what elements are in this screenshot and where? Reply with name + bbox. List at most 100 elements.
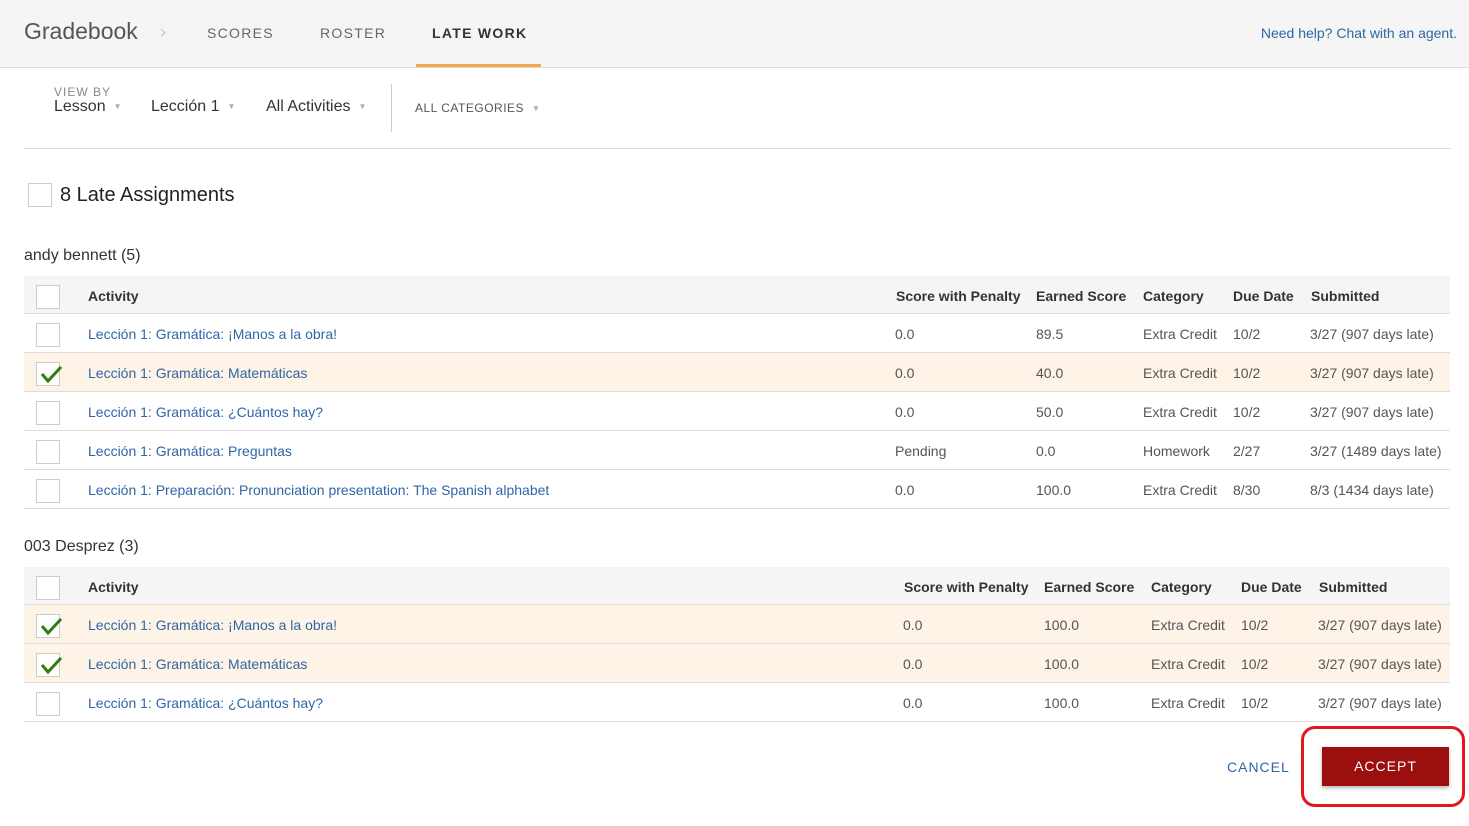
row-checkbox[interactable] (36, 614, 62, 638)
activity-link[interactable]: Lección 1: Gramática: Matemáticas (88, 365, 307, 381)
activity-link[interactable]: Lección 1: Gramática: Matemáticas (88, 656, 307, 672)
caret-down-icon: ▼ (358, 102, 367, 112)
activity-link[interactable]: Lección 1: Gramática: ¿Cuántos hay? (88, 695, 323, 711)
earned-score-cell: 40.0 (1036, 365, 1064, 381)
category-cell: Extra Credit (1151, 617, 1225, 633)
col-category: Category (1151, 579, 1212, 595)
late-work-table: Activity Score with Penalty Earned Score… (24, 276, 1450, 510)
category-cell: Homework (1143, 443, 1210, 459)
table-header: Activity Score with Penalty Earned Score… (24, 276, 1450, 314)
table-row: Lección 1: Preparación: Pronunciation pr… (24, 470, 1450, 509)
col-earned-score: Earned Score (1044, 579, 1135, 595)
late-assignments-title: 8 Late Assignments (60, 184, 235, 206)
col-submitted: Submitted (1319, 579, 1388, 595)
row-checkbox[interactable] (36, 479, 60, 503)
checkmark-icon (40, 365, 62, 384)
table-header: Activity Score with Penalty Earned Score… (24, 567, 1450, 605)
submitted-cell: 8/3 (1434 days late) (1310, 482, 1434, 498)
score-with-penalty-cell: 0.0 (895, 365, 915, 381)
select-all-late-checkbox[interactable] (28, 183, 52, 207)
due-date-cell: 8/30 (1233, 482, 1261, 498)
category-cell: Extra Credit (1143, 404, 1217, 420)
activity-link[interactable]: Lección 1: Gramática: ¡Manos a la obra! (88, 326, 337, 342)
lesson-value: Lección 1 (151, 98, 220, 115)
table-row: Lección 1: Gramática: ¿Cuántos hay? 0.0 50… (24, 392, 1450, 431)
student-group-title: andy bennett (5) (24, 247, 141, 264)
accept-highlight-annotation (1301, 726, 1465, 807)
caret-down-icon: ▼ (532, 104, 541, 114)
due-date-cell: 10/2 (1241, 695, 1269, 711)
view-by-value: Lesson (54, 98, 106, 115)
row-checkbox[interactable] (36, 653, 62, 677)
col-due-date: Due Date (1241, 579, 1302, 595)
due-date-cell: 10/2 (1241, 656, 1269, 672)
due-date-cell: 10/2 (1233, 404, 1261, 420)
col-activity: Activity (88, 288, 139, 304)
table-row: Lección 1: Gramática: Preguntas Pending 0.… (24, 431, 1450, 470)
help-chat-link[interactable]: Need help? Chat with an agent. (1261, 25, 1457, 41)
select-all-checkbox[interactable] (36, 576, 60, 600)
row-checkbox[interactable] (36, 323, 60, 347)
earned-score-cell: 100.0 (1044, 695, 1080, 711)
cancel-button[interactable]: CANCEL (1227, 759, 1290, 775)
caret-down-icon: ▼ (113, 102, 122, 112)
score-with-penalty-cell: 0.0 (903, 695, 923, 711)
late-work-table: Activity Score with Penalty Earned Score… (24, 567, 1450, 723)
col-score-with-penalty: Score with Penalty (896, 288, 1021, 304)
submitted-cell: 3/27 (907 days late) (1310, 326, 1434, 342)
score-with-penalty-cell: 0.0 (895, 404, 915, 420)
score-with-penalty-cell: 0.0 (895, 326, 915, 342)
due-date-cell: 10/2 (1233, 365, 1261, 381)
activity-link[interactable]: Lección 1: Preparación: Pronunciation pr… (88, 482, 549, 498)
caret-down-icon: ▼ (227, 102, 236, 112)
row-checkbox[interactable] (36, 362, 62, 386)
submitted-cell: 3/27 (907 days late) (1318, 617, 1442, 633)
top-bar: Gradebook › SCORES ROSTER LATE WORK Need… (0, 0, 1469, 68)
filter-divider (391, 84, 392, 132)
score-with-penalty-cell: Pending (895, 443, 947, 459)
due-date-cell: 10/2 (1241, 617, 1269, 633)
table-row: Lección 1: Gramática: ¡Manos a la obra! 0… (24, 314, 1450, 353)
row-checkbox[interactable] (36, 440, 60, 464)
row-checkbox[interactable] (36, 692, 60, 716)
col-due-date: Due Date (1233, 288, 1294, 304)
checkmark-icon (40, 656, 62, 675)
activities-dropdown[interactable]: All Activities ▼ (266, 98, 366, 116)
earned-score-cell: 0.0 (1036, 443, 1056, 459)
view-by-dropdown[interactable]: Lesson ▼ (54, 98, 122, 116)
col-score-with-penalty: Score with Penalty (904, 579, 1029, 595)
table-row: Lección 1: Gramática: Matemáticas 0.0 100.… (24, 644, 1450, 683)
earned-score-cell: 100.0 (1044, 656, 1080, 672)
lesson-dropdown[interactable]: Lección 1 ▼ (151, 98, 235, 116)
filter-bar: VIEW BY Lesson ▼ Lección 1 ▼ All Activitie… (24, 70, 1451, 149)
submitted-cell: 3/27 (907 days late) (1310, 404, 1434, 420)
category-cell: Extra Credit (1143, 365, 1217, 381)
activities-value: All Activities (266, 98, 351, 115)
col-category: Category (1143, 288, 1204, 304)
student-group-title: 003 Desprez (3) (24, 538, 139, 555)
earned-score-cell: 100.0 (1044, 617, 1080, 633)
app-title: Gradebook (24, 18, 138, 44)
select-all-checkbox[interactable] (36, 285, 60, 309)
tab-roster[interactable]: ROSTER (320, 25, 386, 41)
tab-scores[interactable]: SCORES (207, 25, 274, 41)
col-activity: Activity (88, 579, 139, 595)
score-with-penalty-cell: 0.0 (903, 617, 923, 633)
col-submitted: Submitted (1311, 288, 1380, 304)
activity-link[interactable]: Lección 1: Gramática: ¡Manos a la obra! (88, 617, 337, 633)
categories-dropdown[interactable]: ALL CATEGORIES ▼ (415, 101, 540, 115)
breadcrumb-chevron-icon: › (160, 22, 166, 42)
row-checkbox[interactable] (36, 401, 60, 425)
col-earned-score: Earned Score (1036, 288, 1127, 304)
due-date-cell: 2/27 (1233, 443, 1261, 459)
earned-score-cell: 50.0 (1036, 404, 1064, 420)
table-row: Lección 1: Gramática: ¡Manos a la obra! 0… (24, 605, 1450, 644)
category-cell: Extra Credit (1151, 656, 1225, 672)
tab-late-work[interactable]: LATE WORK (432, 25, 527, 41)
category-cell: Extra Credit (1151, 695, 1225, 711)
activity-link[interactable]: Lección 1: Gramática: Preguntas (88, 443, 292, 459)
submitted-cell: 3/27 (907 days late) (1318, 656, 1442, 672)
active-tab-indicator (416, 64, 541, 67)
submitted-cell: 3/27 (907 days late) (1310, 365, 1434, 381)
activity-link[interactable]: Lección 1: Gramática: ¿Cuántos hay? (88, 404, 323, 420)
